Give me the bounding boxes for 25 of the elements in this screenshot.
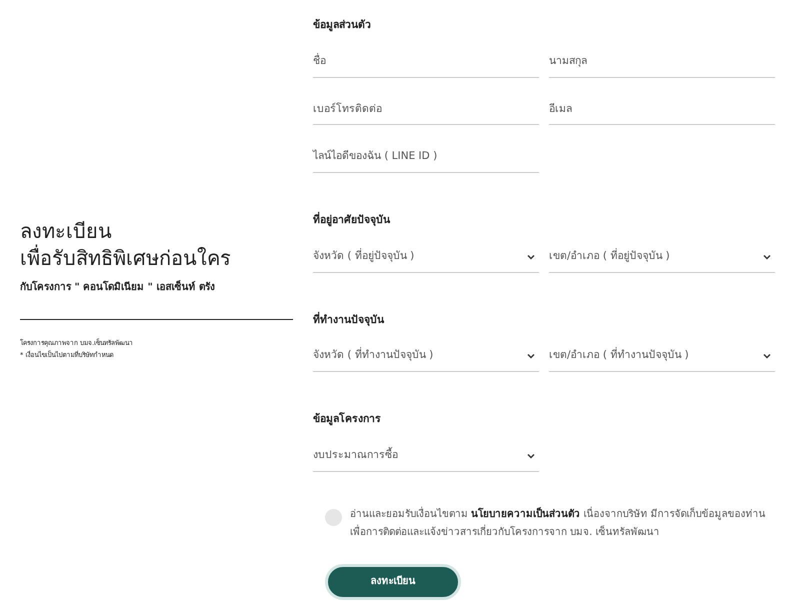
select-field[interactable]: เขต/อำเภอ ( ที่ทำงานปัจจุบัน ) (549, 342, 775, 372)
section-heading: ที่ทำงานปัจจุบัน (313, 312, 386, 328)
section-heading: ข้อมูลส่วนตัว (313, 18, 372, 34)
select-field[interactable]: เขต/อำเภอ ( ที่อยู่ปัจจุบัน ) (549, 242, 775, 272)
select-field[interactable]: จังหวัด ( ที่ทำงานปัจจุบัน ) (313, 342, 539, 372)
radio-checkbox[interactable] (325, 508, 342, 526)
page-title: เพื่อรับสิทธิพิเศษก่อนใคร (20, 245, 232, 272)
chevron-down-icon (527, 254, 535, 260)
text-field[interactable]: นามสกุล (549, 48, 775, 78)
section-heading: ที่อยู่อาศัยปัจจุบัน (313, 213, 775, 229)
page-title: ลงทะเบียน (20, 218, 113, 244)
text-field[interactable]: ไลน์ไอดีของฉัน ( LINE ID ) (313, 143, 539, 173)
text-field[interactable]: เบอร์โทรติดต่อ (313, 96, 539, 126)
chevron-down-icon (763, 353, 771, 360)
chevron-down-icon (763, 254, 771, 260)
chevron-down-icon (527, 452, 535, 459)
text-field[interactable]: ชื่อ (313, 48, 539, 78)
select-field[interactable]: จังหวัด ( ที่อยู่ปัจจุบัน ) (313, 242, 539, 272)
project-subtitle: กับโครงการ " คอนโดมิเนียม " เอสเซ็นท์ ตรัง (20, 280, 216, 296)
select-field[interactable]: งบประมาณการซื้อ (313, 442, 539, 472)
chevron-down-icon (527, 353, 535, 360)
consent-text: อ่านและยอมรับเงื่อนไขตาม นโยบายความเป็นส่วนตัว เนื่องจากบริษัท มีการจัดเก็บข้อมูลของท่าน เพื่อการติดต่อและแจ้งข่าวสารเกี่ยวกับโครงการจาก บมจ. เซ็นทรัลพัฒนา (350, 506, 767, 540)
register-button[interactable]: ลงทะเบียน (325, 564, 461, 600)
text-field[interactable]: อีเมล (549, 96, 775, 126)
section-heading: ข้อมูลโครงการ (313, 412, 382, 428)
